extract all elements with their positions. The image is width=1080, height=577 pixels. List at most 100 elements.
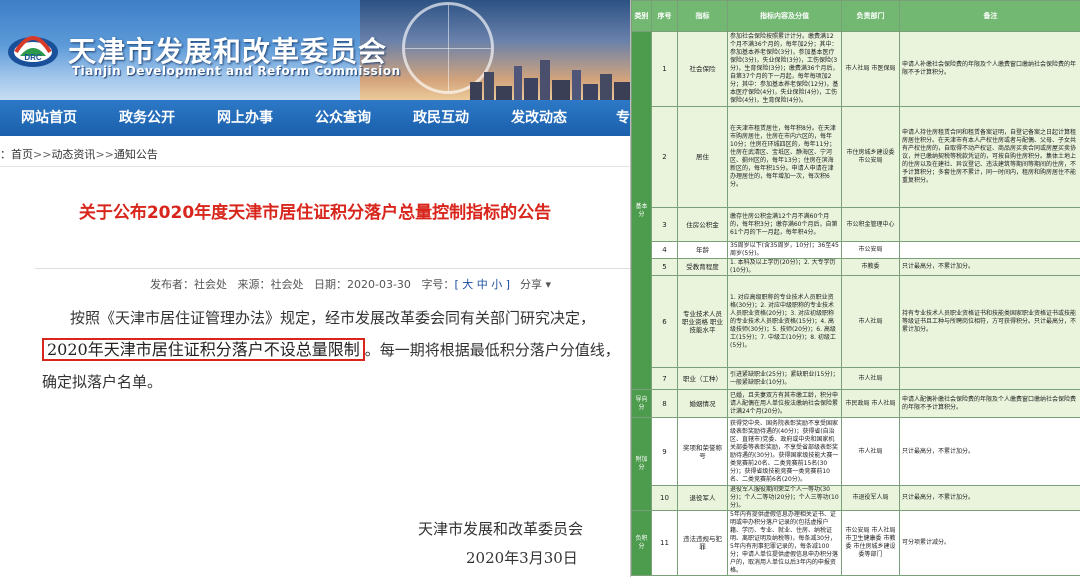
note-cell: 持有专业技术人员职业资格证书和技能类国家职业资格证书或技能等级证书且工种与所聘岗… [899, 275, 1080, 368]
number-cell: 2 [651, 106, 678, 208]
breadcrumb-lead: ： [0, 148, 11, 161]
note-cell: 只计最高分，不累计加分。 [899, 417, 1080, 486]
category-cell: 附加分 [631, 417, 652, 511]
dept-cell: 市民政局 市人社局 [841, 389, 900, 418]
divider [0, 166, 630, 167]
content-cell: 5年内有提供虚假信息办理相关证书、证明或申办积分落户记录的(包括虚报户籍、学历、… [727, 510, 842, 576]
points-table-image: 类别 序号 指标 指标内容及分值 负责部门 备注 基本分 1 社会保险 参加社会保险按… [630, 0, 1080, 577]
breadcrumb-news[interactable]: 动态资讯 [51, 148, 95, 161]
site-subtitle: Tianjin Development and Reform Commissio… [72, 64, 401, 78]
publish-date: 日期：2020-03-30 [314, 278, 411, 291]
table-row: 导向分 8 婚姻情况 已婚，且夫妻双方有其市缴工龄，积分申请人配偶在用人单位按法缴纳社… [631, 389, 1080, 418]
number-cell: 3 [651, 207, 678, 242]
font-size-switch[interactable]: [ 大 中 小 ] [454, 278, 510, 291]
site-header-banner: DRC 天津市发展和改革委员会 Tianjin Development and … [0, 0, 630, 100]
dept-cell: 市人社局 [841, 367, 900, 390]
indicator-cell: 违法违规与犯罪 [677, 510, 728, 576]
nav-public-query[interactable]: 公众查询 [294, 100, 392, 136]
note-cell: 申请人配偶补缴社会保险费的年限及个人缴费窗口缴纳社会保险费的年限不予计算积分。 [899, 389, 1080, 418]
note-cell [899, 367, 1080, 390]
nav-news[interactable]: 发改动态 [490, 100, 588, 136]
number-cell: 8 [651, 389, 678, 418]
points-table: 类别 序号 指标 指标内容及分值 负责部门 备注 基本分 1 社会保险 参加社会保险按… [631, 0, 1080, 576]
content-cell: 参加社会保险按照累计计分。缴费满12个月不满36个月的，每年加2分；其中：参加基… [727, 31, 842, 107]
divider [35, 268, 630, 269]
nav-government-affairs[interactable]: 政务公开 [98, 100, 196, 136]
notice-body: 按照《天津市居住证管理办法》规定，经市发展改革委会同有关部门研究决定， 2020年… [42, 302, 622, 398]
category-cell: 导向分 [631, 389, 652, 418]
breadcrumb-home[interactable]: 首页 [11, 148, 33, 161]
indicator-cell: 社会保险 [677, 31, 728, 107]
table-row: 2 居住 在天津市租赁居住，每年积8分。在天津市购房居住，住房在市内六区的，每年10… [632, 106, 1080, 208]
header-note: 备注 [899, 0, 1080, 32]
content-cell: 获得党中央、国务院表彰奖励不享受国家级表彰奖励待遇的(40分)；获得省(自治区、… [727, 417, 842, 486]
category-cell: 负积分 [631, 510, 652, 576]
note-cell: 可分项累计减分。 [899, 510, 1080, 576]
share-label: 分享 [520, 278, 542, 291]
publisher: 发布者：社会处 [150, 278, 227, 291]
note-cell: 申请人持住房租赁合同和租赁备案证明，自登记备案之日起计算租房居住积分。在天津市有… [899, 106, 1080, 208]
content-cell: 缴存住房公积金满12个月不满60个月的，每年积3分；缴存满60个月后，自第61个… [727, 207, 842, 242]
table-row: 7 职业（工种） 引进紧缺职业(25分)；紧缺职业(15分)；一般紧缺职业(10分)… [632, 367, 1080, 390]
indicator-cell: 居住 [677, 106, 728, 208]
dept-cell: 市教委 [841, 258, 900, 276]
share-button[interactable]: 分享 ▾ [520, 276, 551, 292]
category-cell: 基本分 [631, 31, 652, 390]
dept-cell: 市住房城乡建设委 市公安局 [841, 106, 900, 208]
number-cell: 6 [651, 275, 678, 368]
number-cell: 1 [651, 31, 678, 107]
dept-cell: 市退役军人局 [841, 485, 900, 511]
svg-text:DRC: DRC [24, 53, 42, 62]
dept-cell: 市人社局 [841, 417, 900, 486]
indicator-cell: 住房公积金 [677, 207, 728, 242]
notice-title: 关于公布2020年度天津市居住证积分落户总量控制指标的公告 [78, 203, 552, 223]
number-cell: 11 [651, 510, 678, 576]
breadcrumb: ：首页>>动态资讯>>通知公告 [0, 146, 158, 162]
breadcrumb-separator: >> [33, 148, 52, 161]
table-row: 6 专业技术人员职业资格 职业技能水平 1. 对应高级职称的专业技术人员职业资格(3… [632, 275, 1080, 368]
breadcrumb-notices[interactable]: 通知公告 [114, 148, 158, 161]
note-cell: 申请人补缴社会保险费的年限及个人缴费窗口缴纳社会保险费的年限不予计算积分。 [899, 31, 1080, 107]
nav-interaction[interactable]: 政民互动 [392, 100, 490, 136]
nav-home[interactable]: 网站首页 [0, 100, 98, 136]
indicator-cell: 年龄 [677, 241, 728, 259]
dept-cell: 市公安局 [841, 241, 900, 259]
header-dept: 负责部门 [841, 0, 900, 32]
content-cell: 1. 本科及以上学历(20分)；2. 大专学历(10分)。 [727, 258, 842, 276]
indicator-cell: 退役军人 [677, 485, 728, 511]
header-content: 指标内容及分值 [727, 0, 842, 32]
number-cell: 7 [651, 367, 678, 390]
signature-date: 2020年3月30日 [466, 549, 578, 567]
number-cell: 4 [651, 241, 678, 259]
breadcrumb-separator: >> [95, 148, 114, 161]
highlighted-text: 2020年天津市居住证积分落户不设总量限制 [42, 338, 365, 361]
content-cell: 在天津市租赁居住，每年积8分。在天津市购房居住，住房在市内六区的，每年10分；住… [727, 106, 842, 208]
table-row: 3 住房公积金 缴存住房公积金满12个月不满60个月的，每年积3分；缴存满60个月后… [632, 207, 1080, 242]
content-cell: 退役军人服役期间荣立个人一等功(30分)；个人二等功(20分)；个人三等功(10… [727, 485, 842, 511]
nav-topics[interactable]: 专题专 [588, 100, 630, 136]
indicator-cell: 专业技术人员职业资格 职业技能水平 [677, 275, 728, 368]
table-row: 5 受教育程度 1. 本科及以上学历(20分)；2. 大专学历(10分)。 市教委 只计… [632, 258, 1080, 276]
dept-cell: 市公积金管理中心 [841, 207, 900, 242]
nav-online-services[interactable]: 网上办事 [196, 100, 294, 136]
font-size-label: 字号： [421, 278, 455, 291]
table-row: 负积分 11 违法违规与犯罪 5年内有提供虚假信息办理相关证书、证明或申办积分落户记录… [631, 510, 1080, 576]
notice-webpage: DRC 天津市发展和改革委员会 Tianjin Development and … [0, 0, 630, 577]
indicator-cell: 婚姻情况 [677, 389, 728, 418]
body-text-part1: 按照《天津市居住证管理办法》规定，经市发展改革委会同有关部门研究决定， [70, 309, 596, 327]
city-skyline-graphic [470, 60, 630, 100]
number-cell: 10 [651, 485, 678, 511]
content-cell: 1. 对应高级职称的专业技术人员职业资格(30分)；2. 对应中级职称的专业技术… [727, 275, 842, 368]
note-cell: 只计最高分，不累计加分。 [899, 258, 1080, 276]
site-logo-icon[interactable]: DRC [6, 22, 60, 76]
table-header-row: 类别 序号 指标 指标内容及分值 负责部门 备注 [631, 0, 1080, 32]
indicator-cell: 受教育程度 [677, 258, 728, 276]
signature-org: 天津市发展和改革委员会 [418, 520, 584, 538]
indicator-cell: 奖项和荣誉称号 [677, 417, 728, 486]
dept-cell: 市人社局 [841, 275, 900, 368]
content-cell: 引进紧缺职业(25分)；紧缺职业(15分)；一般紧缺职业(10分)。 [727, 367, 842, 390]
note-cell [899, 241, 1080, 259]
note-cell: 只计最高分，不累计加分。 [899, 485, 1080, 511]
number-cell: 5 [651, 258, 678, 276]
dept-cell: 市人社局 市医保局 [841, 31, 900, 107]
